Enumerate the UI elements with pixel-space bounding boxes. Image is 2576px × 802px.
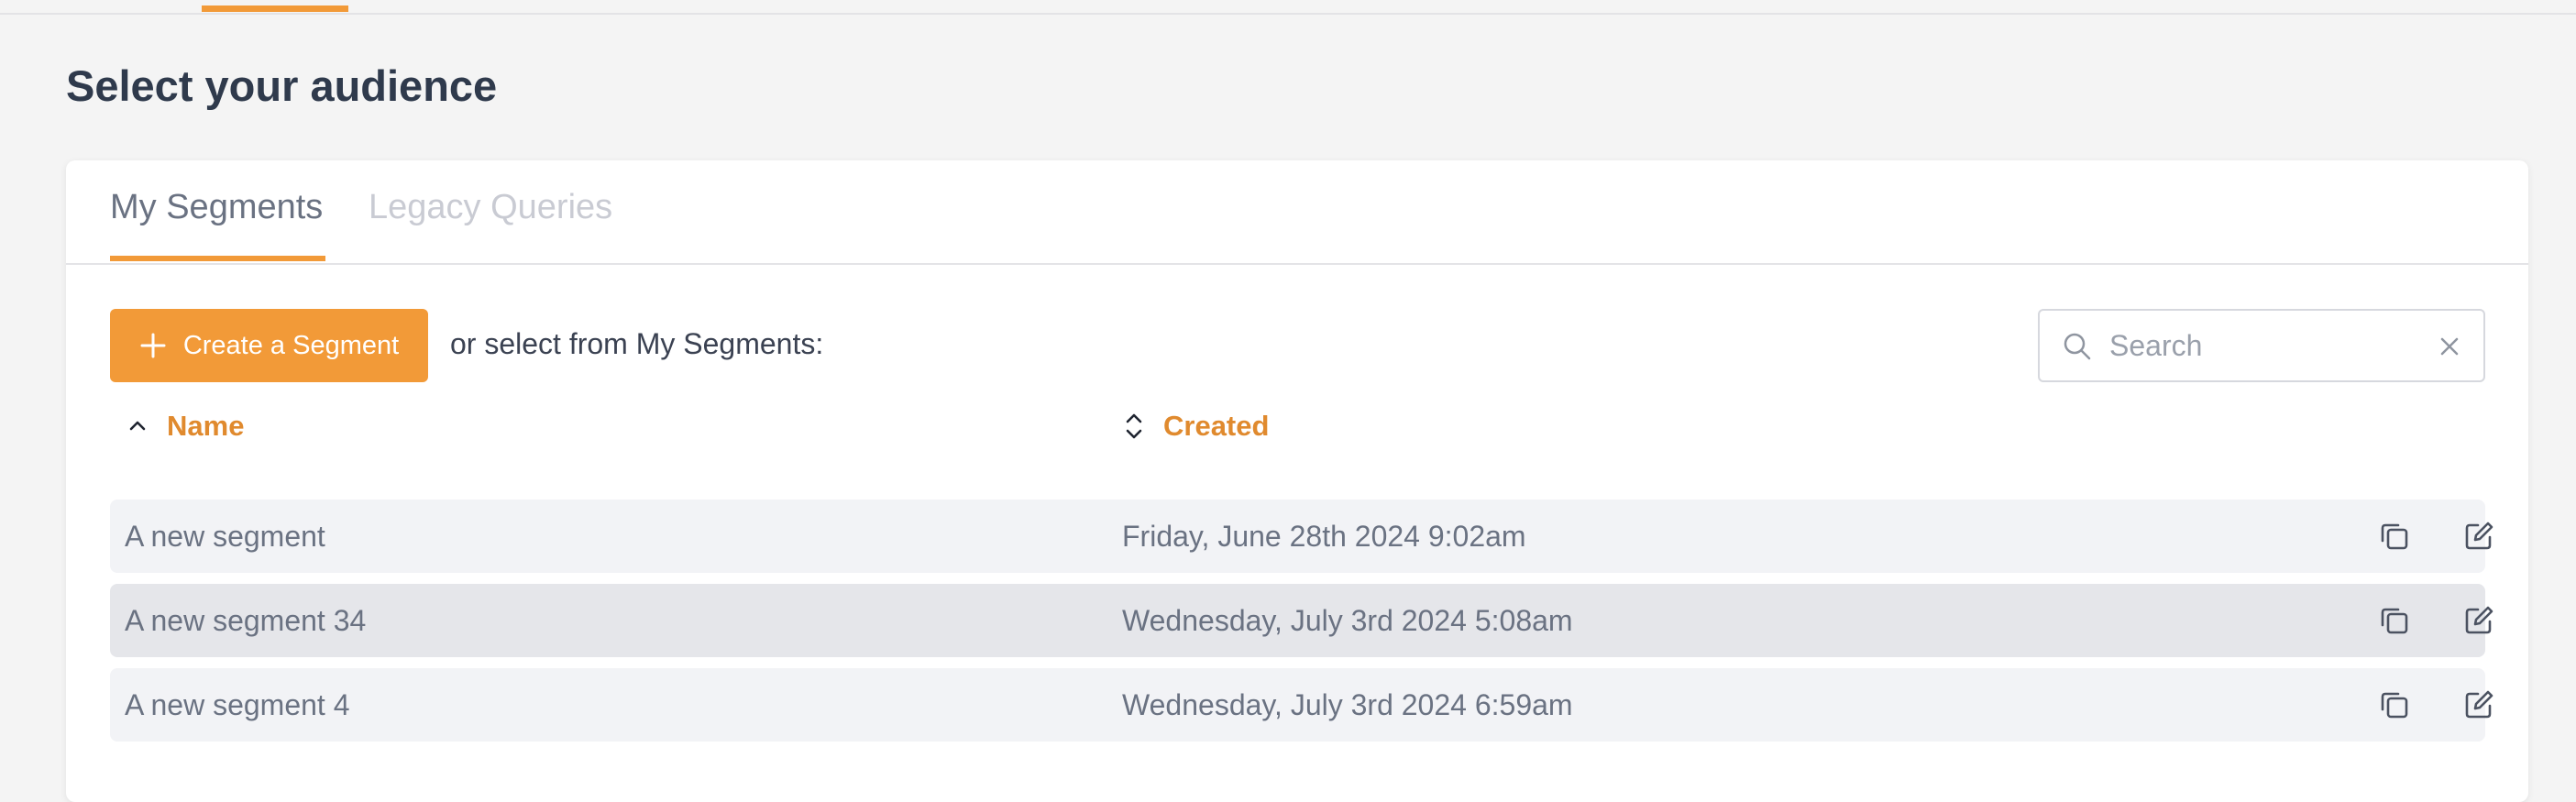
row-name: A new segment bbox=[125, 520, 325, 553]
search-icon bbox=[2064, 333, 2091, 360]
copy-icon[interactable] bbox=[2376, 602, 2413, 639]
select-instruction-text: or select from My Segments: bbox=[450, 327, 824, 360]
table-row[interactable]: A new segment 34 Wednesday, July 3rd 202… bbox=[110, 584, 2493, 657]
table-row[interactable]: A new segment Friday, June 28th 2024 9:0… bbox=[110, 500, 2493, 573]
row-name: A new segment 34 bbox=[125, 604, 367, 637]
row-created: Wednesday, July 3rd 2024 6:59am bbox=[1122, 688, 1573, 721]
active-nav-indicator bbox=[202, 5, 348, 12]
edit-icon[interactable] bbox=[2460, 602, 2497, 639]
copy-icon[interactable] bbox=[2376, 687, 2413, 723]
close-icon[interactable] bbox=[2438, 335, 2461, 358]
column-header-name-label: Name bbox=[167, 410, 245, 442]
chevron-up-icon bbox=[129, 421, 146, 431]
row-created: Wednesday, July 3rd 2024 5:08am bbox=[1122, 604, 1573, 637]
create-segment-label: Create a Segment bbox=[182, 330, 400, 360]
column-header-created[interactable]: Created bbox=[1123, 410, 1269, 443]
active-tab-underline bbox=[110, 256, 325, 261]
page-title: Select your audience bbox=[66, 61, 498, 110]
create-segment-button[interactable]: Create a Segment bbox=[110, 309, 428, 382]
column-header-name[interactable]: Name bbox=[127, 410, 244, 443]
tab-legacy-queries[interactable]: Legacy Queries bbox=[369, 188, 612, 227]
sort-icon bbox=[1126, 413, 1142, 439]
search-input[interactable] bbox=[2109, 324, 2421, 368]
segments-card: My Segments Legacy Queries Create a Segm… bbox=[66, 160, 2528, 802]
edit-icon[interactable] bbox=[2460, 518, 2497, 555]
row-created: Friday, June 28th 2024 9:02am bbox=[1122, 520, 1526, 553]
row-name: A new segment 4 bbox=[125, 688, 350, 721]
tab-bar: My Segments Legacy Queries bbox=[66, 160, 2528, 265]
search-box bbox=[2038, 309, 2485, 382]
copy-icon[interactable] bbox=[2376, 518, 2413, 555]
tab-my-segments[interactable]: My Segments bbox=[110, 188, 323, 227]
top-navigation-bar bbox=[0, 0, 2576, 15]
table-row[interactable]: A new segment 4 Wednesday, July 3rd 2024… bbox=[110, 668, 2493, 742]
edit-icon[interactable] bbox=[2460, 687, 2497, 723]
column-header-created-label: Created bbox=[1163, 410, 1270, 442]
plus-icon bbox=[140, 333, 166, 358]
